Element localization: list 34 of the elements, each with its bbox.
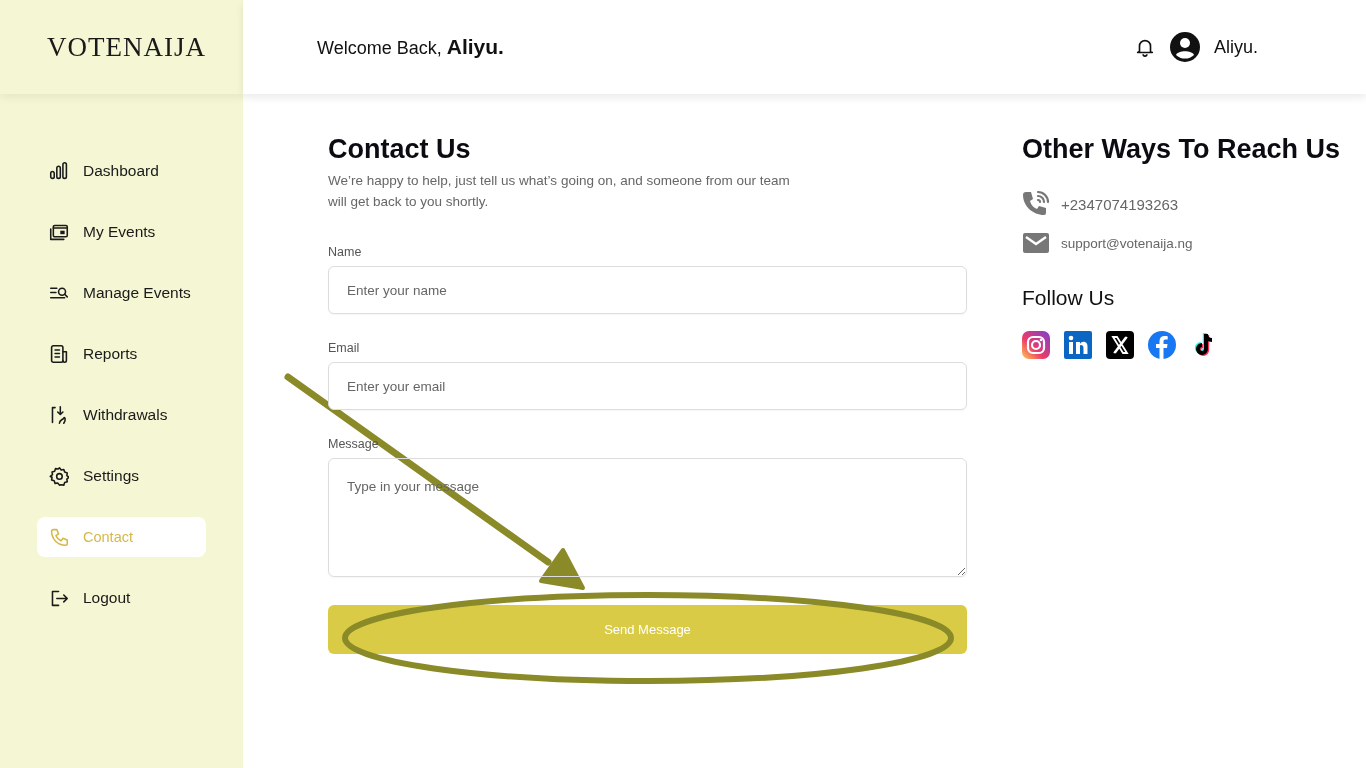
logo: VOTENAIJA	[47, 31, 206, 63]
sidebar-item[interactable]: Withdrawals	[37, 395, 206, 435]
input-field[interactable]: Enter your email	[328, 362, 967, 410]
field-label: Email	[328, 341, 361, 355]
phone-wave-icon	[1022, 190, 1050, 218]
sidebar-item[interactable]: Dashboard	[37, 151, 206, 191]
linkedin-icon[interactable]	[1064, 331, 1092, 359]
user-name[interactable]: Aliyu.	[1214, 36, 1258, 58]
x-logo-icon[interactable]	[1106, 331, 1134, 359]
page-title: Contact Us	[328, 134, 472, 165]
sidebar-item[interactable]: My Events	[37, 212, 206, 252]
withdraw-icon	[49, 405, 69, 425]
sidebar-item[interactable]: Reports	[37, 334, 206, 374]
input-field[interactable]: Enter your name	[328, 266, 967, 314]
sidebar-item[interactable]: Manage Events	[37, 273, 206, 313]
section-title: Other Ways To Reach Us	[1022, 134, 1341, 165]
follow-title: Follow Us	[1022, 286, 1116, 310]
instagram-icon[interactable]	[1022, 331, 1050, 359]
facebook-icon[interactable]	[1148, 331, 1176, 359]
avatar-icon[interactable]	[1170, 32, 1200, 62]
document-icon	[49, 344, 69, 364]
calendar-icon	[49, 222, 69, 242]
page-subtitle: We’re happy to help, just tell us what’s going on, and someone from our team will get back to you shortly.	[328, 172, 791, 211]
gear-icon	[49, 466, 69, 486]
email-address: support@votenaija.ng	[1061, 235, 1193, 251]
bar-chart-icon	[49, 161, 69, 181]
phone-number: +2347074193263	[1061, 195, 1179, 213]
welcome-text: Welcome Back, Aliyu.	[317, 35, 505, 59]
sidebar-item[interactable]: Logout	[37, 578, 206, 618]
field-label: Message	[328, 437, 380, 451]
sidebar-item[interactable]: Settings	[37, 456, 206, 496]
phone-icon	[49, 527, 69, 547]
field-label: Name	[328, 245, 363, 259]
logout-icon	[49, 588, 69, 608]
